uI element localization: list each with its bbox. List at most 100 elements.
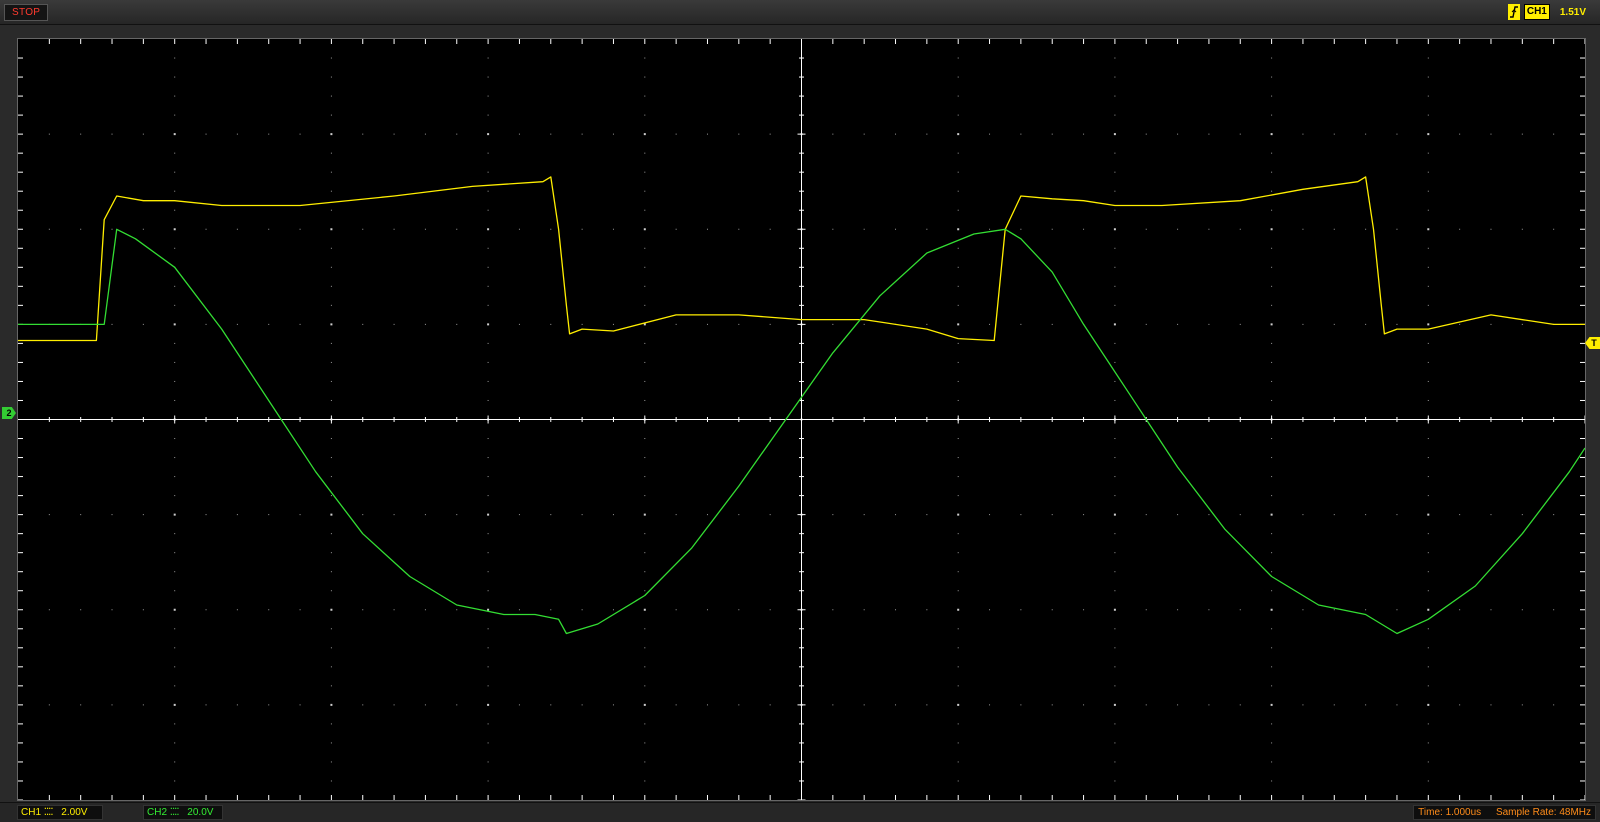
- grid-dot: [173, 513, 176, 516]
- grid-dot: [706, 228, 708, 230]
- trigger-channel[interactable]: CH1: [1523, 4, 1550, 20]
- grid-dot: [612, 609, 614, 611]
- grid-dot: [1490, 133, 1492, 135]
- grid-dot: [1427, 247, 1429, 249]
- grid-dot: [675, 228, 677, 230]
- grid-dot: [644, 152, 646, 154]
- grid-dot: [1113, 323, 1116, 326]
- grid-dot: [1051, 609, 1053, 611]
- grid-dot: [550, 323, 552, 325]
- grid-dot: [738, 323, 740, 325]
- grid-dot: [644, 476, 646, 478]
- grid-dot: [643, 133, 646, 136]
- grid-dot: [1020, 133, 1022, 135]
- grid-dot: [989, 609, 991, 611]
- grid-dot: [174, 571, 176, 573]
- rising-edge-icon[interactable]: [1507, 4, 1520, 20]
- grid-dot: [1365, 609, 1367, 611]
- grid-dot: [644, 647, 646, 649]
- grid-dot: [1114, 742, 1116, 744]
- grid-dot: [1396, 228, 1398, 230]
- grid-dot: [1208, 609, 1210, 611]
- grid-dot: [550, 704, 552, 706]
- grid-dot: [487, 703, 490, 706]
- grid-dot: [174, 647, 176, 649]
- grid-dot: [1271, 304, 1273, 306]
- trigger-level-marker[interactable]: T: [1585, 337, 1600, 349]
- grid-dot: [644, 304, 646, 306]
- grid-dot: [1270, 133, 1273, 136]
- grid-dot: [957, 533, 959, 535]
- grid-dot: [644, 666, 646, 668]
- grid-dot: [174, 533, 176, 535]
- waveform-display[interactable]: [17, 38, 1586, 801]
- grid-dot: [1270, 513, 1273, 516]
- grid-dot: [926, 704, 928, 706]
- grid-dot: [1114, 590, 1116, 592]
- grid-dot: [957, 266, 959, 268]
- grid-dot: [1208, 228, 1210, 230]
- grid-dot: [957, 628, 959, 630]
- grid-dot: [1459, 514, 1461, 516]
- trigger-level[interactable]: 1.51V: [1560, 7, 1586, 18]
- grid-dot: [174, 380, 176, 382]
- timebase-info[interactable]: Time: 1.000us Sample Rate: 48MHz: [1413, 805, 1596, 820]
- grid-dot: [487, 323, 490, 326]
- grid-dot: [1083, 228, 1085, 230]
- grid-dot: [1083, 609, 1085, 611]
- grid-dot: [330, 590, 332, 592]
- grid-dot: [1113, 608, 1116, 611]
- grid-dot: [330, 533, 332, 535]
- grid-dot: [487, 761, 489, 763]
- ch2-ground-marker[interactable]: 2: [2, 407, 16, 419]
- grid-dot: [926, 514, 928, 516]
- grid-dot: [487, 552, 489, 554]
- grid-dot: [1271, 57, 1273, 59]
- grid-dot: [769, 704, 771, 706]
- grid-dot: [643, 703, 646, 706]
- grid-dot: [1020, 514, 1022, 516]
- grid-dot: [330, 476, 332, 478]
- grid-dot: [1208, 133, 1210, 135]
- grid-dot: [738, 228, 740, 230]
- grid-dot: [330, 571, 332, 573]
- grid-dot: [80, 609, 82, 611]
- grid-dot: [643, 513, 646, 516]
- grid-dot: [644, 495, 646, 497]
- grid-dot: [1145, 133, 1147, 135]
- grid-dot: [1333, 323, 1335, 325]
- grid-dot: [330, 361, 332, 363]
- grid-dot: [1271, 285, 1273, 287]
- ch2-settings[interactable]: CH2 ⁚⁚⁚⁚ 20.0V: [143, 805, 223, 820]
- grid-dot: [1396, 609, 1398, 611]
- grid-dot: [330, 399, 332, 401]
- run-stop-button[interactable]: STOP: [4, 4, 49, 21]
- grid-dot: [1114, 266, 1116, 268]
- grid-dot: [1271, 171, 1273, 173]
- trigger-info[interactable]: CH1 1.51V: [1507, 4, 1586, 20]
- grid-dot: [487, 590, 489, 592]
- grid-dot: [1302, 609, 1304, 611]
- grid-dot: [1427, 171, 1429, 173]
- grid-dot: [268, 704, 270, 706]
- grid-dot: [644, 95, 646, 97]
- grid-dot: [487, 95, 489, 97]
- grid-dot: [1114, 304, 1116, 306]
- grid-dot: [487, 114, 489, 116]
- grid-dot: [299, 514, 301, 516]
- grid-dot: [643, 228, 646, 231]
- grid-dot: [1271, 590, 1273, 592]
- grid-dot: [1271, 723, 1273, 725]
- grid-dot: [1427, 590, 1429, 592]
- ch1-settings[interactable]: CH1 ⁚⁚⁚⁚ 2.00V: [17, 805, 103, 820]
- grid-dot: [957, 685, 959, 687]
- grid-dot: [518, 704, 520, 706]
- grid-dot: [299, 133, 301, 135]
- grid-dot: [330, 685, 332, 687]
- grid-dot: [1427, 190, 1429, 192]
- grid-dot: [1271, 209, 1273, 211]
- grid-dot: [581, 609, 583, 611]
- grid-dot: [330, 608, 333, 611]
- grid-dot: [644, 780, 646, 782]
- grid-dot: [174, 628, 176, 630]
